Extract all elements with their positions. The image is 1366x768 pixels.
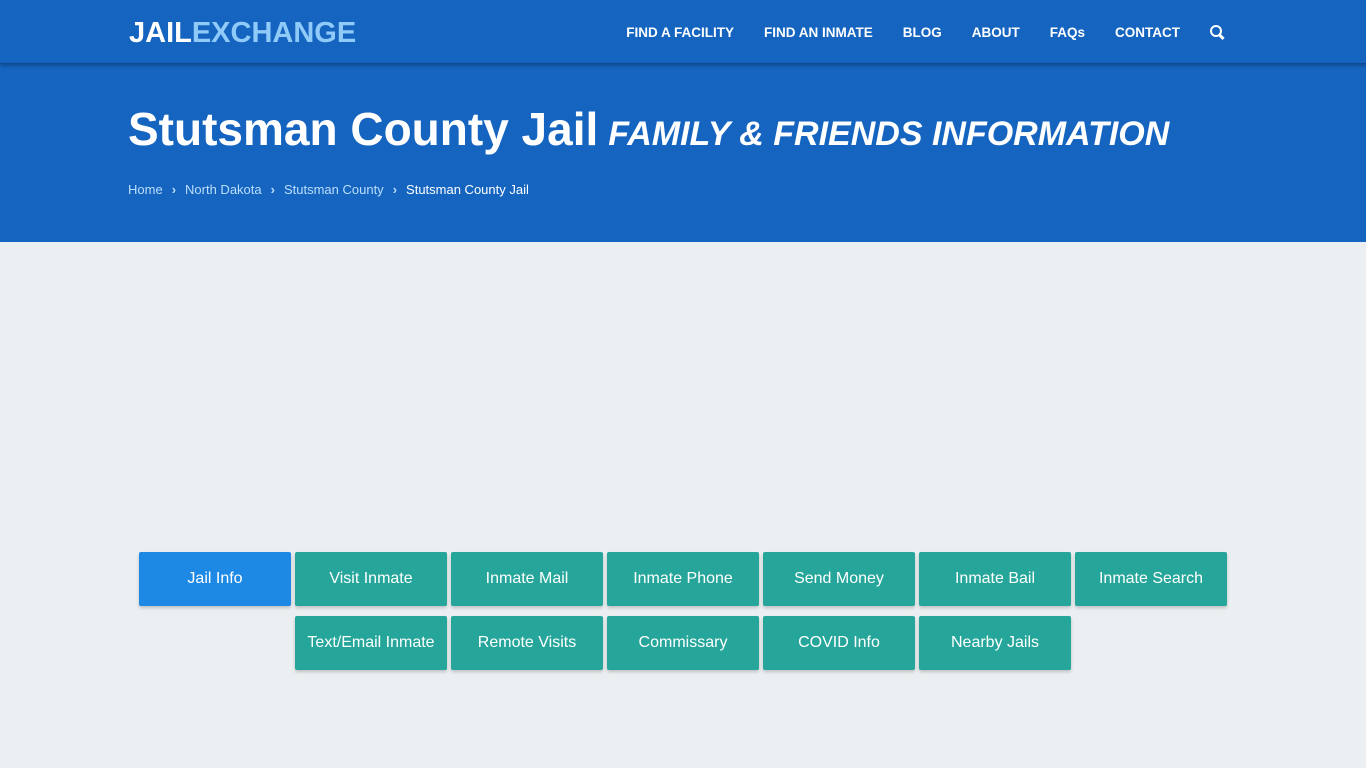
logo-part1: JAIL [129, 17, 192, 49]
inmate-mail-button[interactable]: Inmate Mail [451, 552, 603, 606]
text-email-inmate-button[interactable]: Text/Email Inmate [295, 616, 447, 670]
chevron-right-icon: › [270, 182, 275, 197]
chevron-right-icon: › [392, 182, 398, 197]
breadcrumb-current: Stutsman County Jail [406, 182, 529, 197]
nav-blog[interactable]: BLOG [903, 25, 942, 40]
title-main: Stutsman County Jail [128, 103, 599, 155]
commissary-button[interactable]: Commissary [607, 616, 759, 670]
breadcrumb-state[interactable]: North Dakota [185, 182, 262, 197]
inmate-search-button[interactable]: Inmate Search [1075, 552, 1227, 606]
covid-info-button[interactable]: COVID Info [763, 616, 915, 670]
nav-find-facility[interactable]: FIND A FACILITY [626, 25, 734, 40]
hero: Stutsman County Jail FAMILY & FRIENDS INF… [0, 64, 1366, 242]
nav-find-inmate[interactable]: FIND AN INMATE [764, 25, 873, 40]
logo-part2: EXCHANGE [191, 17, 357, 49]
breadcrumb-home[interactable]: Home [128, 182, 163, 197]
inmate-phone-button[interactable]: Inmate Phone [607, 552, 759, 606]
breadcrumb-county[interactable]: Stutsman County [284, 182, 384, 197]
logo[interactable]: JAILEXCHANGE [129, 17, 356, 50]
inmate-bail-button[interactable]: Inmate Bail [919, 552, 1071, 606]
nearby-jails-button[interactable]: Nearby Jails [919, 616, 1071, 670]
top-nav: JAILEXCHANGE FIND A FACILITY FIND AN INM… [0, 0, 1366, 64]
remote-visits-button[interactable]: Remote Visits [451, 616, 603, 670]
breadcrumb: Home › North Dakota › Stutsman County › Stu… [128, 182, 529, 197]
page-title: Stutsman County Jail FAMILY & FRIENDS INF… [128, 102, 1169, 156]
chevron-right-icon: › [171, 182, 177, 197]
nav-contact[interactable]: CONTACT [1115, 25, 1180, 40]
jail-info-button[interactable]: Jail Info [139, 552, 291, 606]
nav-about[interactable]: ABOUT [972, 25, 1020, 40]
send-money-button[interactable]: Send Money [763, 552, 915, 606]
search-icon[interactable] [1210, 25, 1224, 39]
section-buttons: Jail Info Visit Inmate Inmate Mail Inmat… [139, 552, 1227, 680]
nav-faqs[interactable]: FAQs [1050, 25, 1085, 40]
visit-inmate-button[interactable]: Visit Inmate [295, 552, 447, 606]
main-menu: FIND A FACILITY FIND AN INMATE BLOG ABOU… [596, 0, 1224, 64]
title-subtitle: FAMILY & FRIENDS INFORMATION [608, 115, 1170, 153]
